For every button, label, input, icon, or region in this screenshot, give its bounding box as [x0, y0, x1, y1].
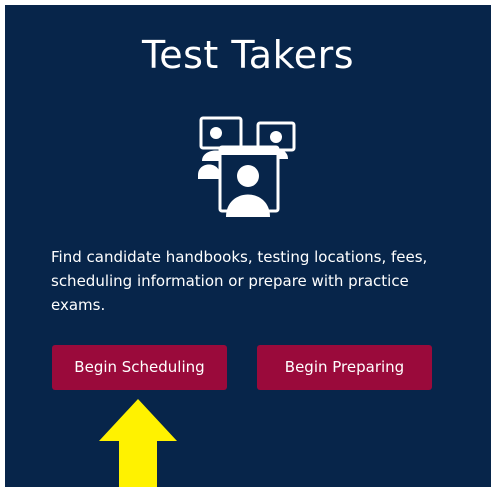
arrow-up-icon [99, 399, 177, 487]
card-description: Find candidate handbooks, testing locati… [51, 248, 428, 314]
card-title: Test Takers [141, 33, 355, 77]
test-takers-icon [198, 116, 296, 217]
begin-scheduling-button[interactable]: Begin Scheduling [52, 345, 227, 390]
begin-preparing-button[interactable]: Begin Preparing [257, 345, 432, 390]
test-takers-card: Test Takers Find candidate handbooks, te… [5, 5, 491, 487]
